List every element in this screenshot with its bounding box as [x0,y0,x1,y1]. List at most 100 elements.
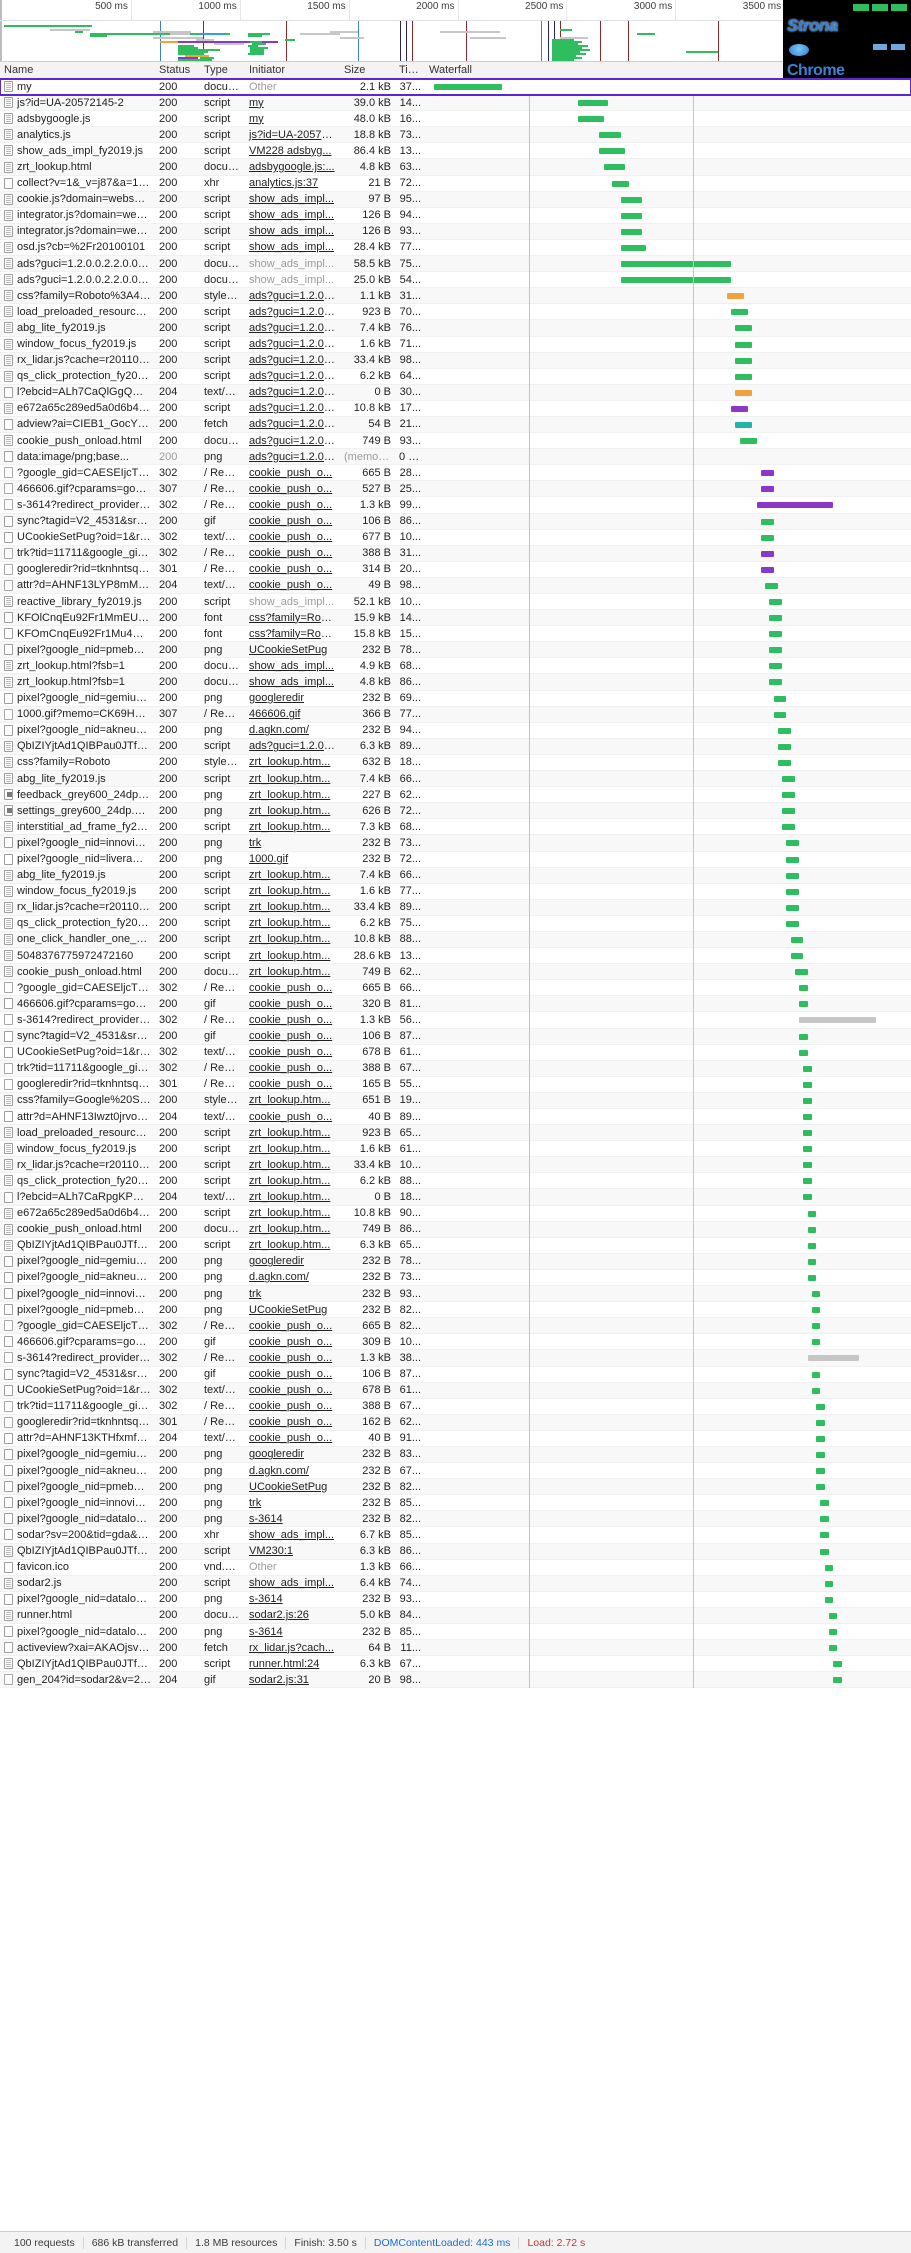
cell-name[interactable]: qs_click_protection_fy2019.js [0,1173,155,1189]
cell-name[interactable]: css?family=Google%20Sans%3... [0,1092,155,1108]
cell-name[interactable]: 5048376775972472160 [0,948,155,964]
initiator-link[interactable]: zrt_lookup.htm... [249,885,330,897]
initiator-link[interactable]: zrt_lookup.htm... [249,950,330,962]
cell-name[interactable]: pixel?google_nid=pmeb&googl... [0,1302,155,1318]
table-row[interactable]: KFOlCnqEu92Fr1MmEU9fBBc4.... 200 font css?f… [0,610,911,627]
initiator-link[interactable]: cookie_push_o... [249,1368,332,1380]
cell-waterfall[interactable] [425,578,911,593]
cell-waterfall[interactable] [425,224,911,239]
cell-name[interactable]: css?family=Roboto%3A400%2C... [0,288,155,304]
cell-name[interactable]: pixel?google_nid=pmeb&googl... [0,642,155,658]
cell-waterfall[interactable] [425,208,911,223]
cell-waterfall[interactable] [425,916,911,931]
initiator-link[interactable]: 466606.gif [249,708,300,720]
initiator-link[interactable]: cookie_push_o... [249,998,332,1010]
cell-name[interactable]: window_focus_fy2019.js [0,1141,155,1157]
table-row[interactable]: js?id=UA-20572145-2 200 script my 39.0 kB 14.… [0,95,911,112]
cell-name[interactable]: ?google_gid=CAESEIjcTGUQbFp... [0,465,155,481]
network-overview-timeline[interactable]: 500 ms 1000 ms 1500 ms 2000 ms 2500 ms 3000 m… [0,0,911,62]
cell-waterfall[interactable] [425,1141,911,1156]
initiator-link[interactable]: zrt_lookup.htm... [249,821,330,833]
cell-waterfall[interactable] [425,868,911,883]
cell-initiator[interactable]: zrt_lookup.htm... [245,787,340,803]
cell-name[interactable]: QbIZIYjtAd1QIBPau0JTfq98hfT... [0,1237,155,1253]
cell-waterfall[interactable] [425,1125,911,1140]
initiator-link[interactable]: UCookieSetPug [249,1304,327,1316]
initiator-link[interactable]: css?family=Rob... [249,612,336,624]
table-row[interactable]: UCookieSetPug?oid=1&rd=http... 302 text/ht… [0,530,911,546]
cell-waterfall[interactable] [425,1431,911,1446]
initiator-link[interactable]: cookie_push_o... [249,1400,332,1412]
table-row[interactable]: trk?tid=11711&google_gid=CA... 302 / Redir… [0,545,911,562]
cell-waterfall[interactable] [425,449,911,464]
table-row[interactable]: analytics.js 200 script js?id=UA-20572... 18… [0,127,911,144]
cell-name[interactable]: pixel?google_nid=innovid_ddp&... [0,835,155,851]
cell-waterfall[interactable] [425,674,911,689]
cell-initiator[interactable]: zrt_lookup.htm... [245,1237,340,1253]
cell-waterfall[interactable] [425,1367,911,1382]
table-row[interactable]: s-3614?redirect_provider_id=36... 302 / Re… [0,1350,911,1367]
table-row[interactable]: show_ads_impl_fy2019.js 200 script VM228 ad… [0,143,911,160]
table-row[interactable]: pixel?google_nid=innovid_ddp&... 200 png tr… [0,1286,911,1303]
table-row[interactable]: css?family=Roboto%3A400%2C... 200 stylesh.… [0,288,911,305]
cell-initiator[interactable]: cookie_push_o... [245,497,340,513]
cell-waterfall[interactable] [425,1592,911,1607]
initiator-link[interactable]: cookie_push_o... [249,531,332,543]
table-row[interactable]: pixel?google_nid=akneustar_d... 200 png d.a… [0,723,911,739]
cell-name[interactable]: integrator.js?domain=websniffe... [0,223,155,239]
cell-initiator[interactable]: zrt_lookup.htm... [245,1205,340,1221]
cell-name[interactable]: runner.html [0,1607,155,1623]
cell-name[interactable]: pixel?google_nid=datalogix_dm... [0,1624,155,1640]
cell-name[interactable]: attr?d=AHNF13KTHfxmf-qaDe... [0,1430,155,1446]
cell-name[interactable]: ?google_gid=CAESEljcTGUQbFp... [0,980,155,996]
cell-waterfall[interactable] [425,143,911,158]
table-row[interactable]: load_preloaded_resource_fy20... 200 script… [0,1125,911,1142]
cell-initiator[interactable]: my [245,95,340,111]
cell-initiator[interactable]: ads?guci=1.2.0.... [245,416,340,432]
cell-waterfall[interactable] [425,433,911,448]
cell-waterfall[interactable] [425,353,911,368]
cell-name[interactable]: activeview?xai=AKAOjsvkdBlFz... [0,1640,155,1656]
table-row[interactable]: pixel?google_nid=gemius_adh&... 200 png goo… [0,1446,911,1464]
cell-name[interactable]: my [0,79,155,95]
initiator-link[interactable]: analytics.js:37 [249,177,318,189]
cell-name[interactable]: 466606.gif?cparams=google_pu... [0,996,155,1012]
cell-initiator[interactable]: VM228 adsbyg... [245,143,340,159]
cell-initiator[interactable]: zrt_lookup.htm... [245,1189,340,1205]
cell-name[interactable]: data:image/png;base... [0,449,155,465]
table-row[interactable]: activeview?xai=AKAOjsvkdBlFz... 200 fetch r… [0,1640,911,1657]
cell-initiator[interactable]: d.agkn.com/ [245,1463,340,1479]
table-row[interactable]: s-3614?redirect_provider_id=36... 302 / Re… [0,1012,911,1029]
cell-name[interactable]: pixel?google_nid=liveramp&go... [0,851,155,867]
cell-initiator[interactable]: d.agkn.com/ [245,722,340,738]
table-body[interactable]: my 200 docum... Other 2.1 kB 37... js?id=UA-20… [0,77,911,1689]
cell-name[interactable]: e672a65c289ed5a0d6b4b8b4a... [0,400,155,416]
cell-initiator[interactable]: 1000.gif [245,851,340,867]
initiator-link[interactable]: trk [249,1288,261,1300]
cell-name[interactable]: window_focus_fy2019.js [0,883,155,899]
table-row[interactable]: 1000.gif?memo=CK69HBoNCP3... 307 / Redirec… [0,706,911,723]
table-row[interactable]: QbIZIYjtAd1QIBPau0JTfq98hfT... 200 script V… [0,1543,911,1560]
table-row[interactable]: ads?guci=1.2.0.0.2.2.0.0&client=... 200 do… [0,272,911,289]
cell-waterfall[interactable] [425,111,911,126]
cell-initiator[interactable]: my [245,111,340,127]
cell-initiator[interactable]: adsbygoogle.js:... [245,159,340,175]
cell-initiator[interactable]: cookie_push_o... [245,1060,340,1076]
table-row[interactable]: pixel?google_nid=innovid_ddp&... 200 png tr… [0,835,911,852]
table-row[interactable]: integrator.js?domain=websniffe... 200 scri… [0,208,911,224]
cell-initiator[interactable]: cookie_push_o... [245,1366,340,1382]
cell-name[interactable]: attr?d=AHNF13Iwzt0jrvogNKPR... [0,1109,155,1125]
cell-waterfall[interactable] [425,401,911,416]
cell-name[interactable]: KFOmCnqEu92Fr1Mu4mxK.woff2 [0,626,155,642]
cell-name[interactable]: rx_lidar.js?cache=r20110914 [0,1157,155,1173]
cell-waterfall[interactable] [425,739,911,754]
column-header-name[interactable]: Name [0,62,155,79]
cell-name[interactable]: window_focus_fy2019.js [0,336,155,352]
initiator-link[interactable]: show_ads_impl... [249,676,334,688]
initiator-link[interactable]: zrt_lookup.htm... [249,789,330,801]
initiator-link[interactable]: cookie_push_o... [249,1384,332,1396]
cell-name[interactable]: pixel?google_nid=akneustar_d... [0,1269,155,1285]
cell-waterfall[interactable] [425,1286,911,1301]
table-row[interactable]: abg_lite_fy2019.js 200 script ads?guci=1.2.… [0,320,911,337]
cell-name[interactable]: load_preloaded_resource_fy20... [0,1125,155,1141]
